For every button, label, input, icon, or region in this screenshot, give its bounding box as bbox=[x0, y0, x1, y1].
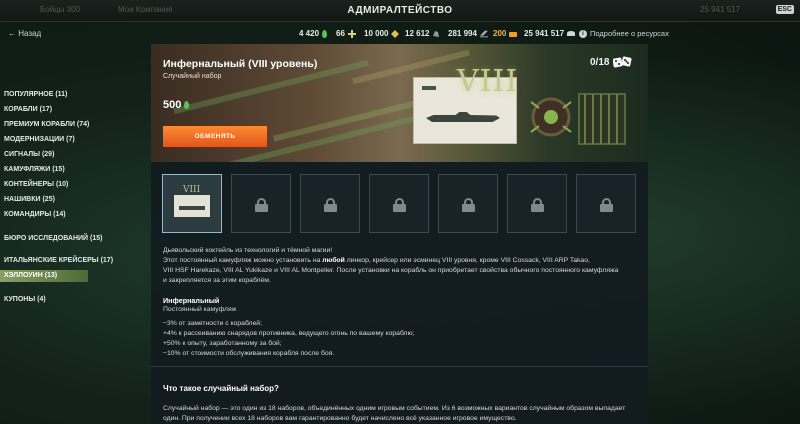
arrow-left-icon: ← bbox=[8, 29, 16, 38]
bundle-slot-locked[interactable] bbox=[507, 174, 567, 233]
sidebar-item-camouflages[interactable]: КАМУФЛЯЖИ (15) bbox=[4, 166, 65, 173]
faq-question: Что такое случайный набор? bbox=[163, 384, 279, 393]
flag-icon bbox=[422, 86, 436, 90]
resource-value: 4 420 bbox=[299, 29, 320, 38]
bundle-title: Инфернальный (VIII уровень) bbox=[163, 58, 318, 70]
camouflage-bonus: −10% от стоимости обслуживания корабля п… bbox=[163, 350, 335, 357]
camouflage-bonus: +50% к опыту, заработанному за бой; bbox=[163, 340, 282, 347]
resource-steel: 281 994 bbox=[448, 29, 488, 38]
resource-value: 66 bbox=[336, 29, 345, 38]
camouflage-type: Постоянный камуфляж bbox=[163, 306, 237, 313]
back-button[interactable]: ← Назад bbox=[8, 29, 41, 38]
camouflage-bonus: −3% от заметности с кораблей; bbox=[163, 320, 262, 327]
lock-icon bbox=[324, 198, 337, 212]
sidebar-item-halloween[interactable]: ХЭЛЛОУИН (13) bbox=[0, 270, 88, 282]
lock-icon bbox=[462, 198, 475, 212]
sidebar-item-coupons[interactable]: КУПОНЫ (4) bbox=[4, 296, 46, 303]
lock-icon bbox=[255, 198, 268, 212]
halloween-ornament-image bbox=[530, 93, 626, 145]
page-title: АДМИРАЛТЕЙСТВО bbox=[347, 5, 453, 16]
resource-tokens: 66 bbox=[336, 29, 356, 38]
steel-icon bbox=[479, 30, 488, 37]
bundle-subtitle: Случайный набор bbox=[163, 73, 222, 80]
resource-value: 25 941 517 bbox=[524, 29, 565, 38]
dice-icon bbox=[613, 56, 633, 68]
back-label: Назад bbox=[18, 29, 42, 38]
esc-button[interactable]: ESC bbox=[775, 5, 794, 14]
green-drop-icon bbox=[322, 29, 328, 38]
resource-credits: 25 941 517 bbox=[524, 29, 576, 38]
tier-numeral: VIII bbox=[457, 64, 519, 99]
bundle-slot-locked[interactable] bbox=[300, 174, 360, 233]
diamond-token-icon bbox=[391, 29, 400, 38]
coal-icon bbox=[433, 30, 440, 37]
tier-numeral-small: VIII bbox=[183, 185, 201, 195]
bundle-slot-locked[interactable] bbox=[576, 174, 636, 233]
sidebar-item-ships[interactable]: КОРАБЛИ (17) bbox=[4, 106, 52, 113]
sidebar-item-patches[interactable]: НАШИВКИ (25) bbox=[4, 196, 55, 203]
counter-value: 0/18 bbox=[590, 56, 610, 68]
bundle-slot-opened[interactable]: VIII bbox=[162, 174, 222, 233]
description-text: линкор, крейсер или эсминец VIII уровня,… bbox=[344, 257, 590, 264]
camouflage-thumbnail bbox=[174, 195, 210, 217]
divider bbox=[151, 366, 648, 367]
ship-silhouette bbox=[426, 112, 500, 122]
price-value: 500 bbox=[163, 99, 182, 111]
description-emphasis: любой bbox=[322, 257, 345, 264]
bundle-slot-locked[interactable] bbox=[231, 174, 291, 233]
doubloon-icon bbox=[509, 31, 518, 37]
exchange-button[interactable]: ОБМЕНЯТЬ bbox=[163, 126, 267, 147]
sidebar-item-italian-cruisers[interactable]: ИТАЛЬЯНСКИЕ КРЕЙСЕРЫ (17) bbox=[4, 257, 113, 264]
description-line: и закрепляется за этим кораблём. bbox=[163, 277, 271, 284]
top-bar: Бойцы 300 Мои Компания 25 941 517 АДМИРА… bbox=[0, 0, 800, 22]
sidebar-item-signals[interactable]: СИГНАЛЫ (29) bbox=[4, 151, 54, 158]
lock-icon bbox=[600, 198, 613, 212]
info-label: Подробнее о ресурсах bbox=[590, 29, 669, 38]
resource-eventcoin: 4 420 bbox=[299, 29, 328, 38]
cross-token-icon bbox=[347, 29, 356, 38]
sidebar-item-research-bureau[interactable]: БЮРО ИССЛЕДОВАНИЙ (15) bbox=[4, 235, 102, 242]
resource-value: 10 000 bbox=[364, 29, 389, 38]
sidebar-item-upgrades[interactable]: МОДЕРНИЗАЦИИ (7) bbox=[4, 136, 75, 143]
lock-icon bbox=[393, 198, 406, 212]
resource-value: 200 bbox=[493, 29, 507, 38]
resource-stars: 10 000 bbox=[364, 29, 400, 38]
bundle-price: 500 bbox=[163, 99, 190, 111]
resource-doubloons: 200 bbox=[493, 29, 518, 38]
camouflage-name: Инфернальный bbox=[163, 296, 220, 305]
sidebar-item-containers[interactable]: КОНТЕЙНЕРЫ (10) bbox=[4, 181, 68, 188]
resources-info-link[interactable]: i Подробнее о ресурсах bbox=[579, 29, 669, 38]
bundle-slot-locked[interactable] bbox=[369, 174, 429, 233]
resource-coal: 12 612 bbox=[405, 29, 440, 38]
ship-silhouette bbox=[179, 206, 205, 210]
description-text: Этот постоянный камуфляж можно установит… bbox=[163, 257, 323, 264]
description-line: Этот постоянный камуфляж можно установит… bbox=[163, 256, 633, 266]
info-icon: i bbox=[579, 29, 587, 38]
sidebar-item-popular[interactable]: ПОПУЛЯРНОЕ (11) bbox=[4, 91, 67, 98]
resource-value: 281 994 bbox=[448, 29, 477, 38]
bundle-counter: 0/18 bbox=[590, 56, 633, 68]
description-line: Дьявольский коктейль из технологий и тём… bbox=[163, 247, 333, 254]
description-line: VIII HSF Harekaze, VIII AL Yukikaze и VI… bbox=[163, 267, 619, 274]
resource-value: 12 612 bbox=[405, 29, 430, 38]
credits-icon bbox=[567, 30, 576, 36]
faq-answer: Случайный набор — это один из 18 наборов… bbox=[163, 405, 626, 422]
camouflage-bonus: +4% к рассеиванию снарядов противника, в… bbox=[163, 330, 415, 337]
lock-icon bbox=[531, 198, 544, 212]
sidebar-item-premium-ships[interactable]: ПРЕМИУМ КОРАБЛИ (74) bbox=[4, 121, 89, 128]
green-drop-icon bbox=[184, 101, 190, 109]
bundle-description: Дьявольский коктейль из технологий и тём… bbox=[163, 246, 633, 286]
bundle-slot-locked[interactable] bbox=[438, 174, 498, 233]
sidebar-item-commanders[interactable]: КОМАНДИРЫ (14) bbox=[4, 211, 66, 218]
